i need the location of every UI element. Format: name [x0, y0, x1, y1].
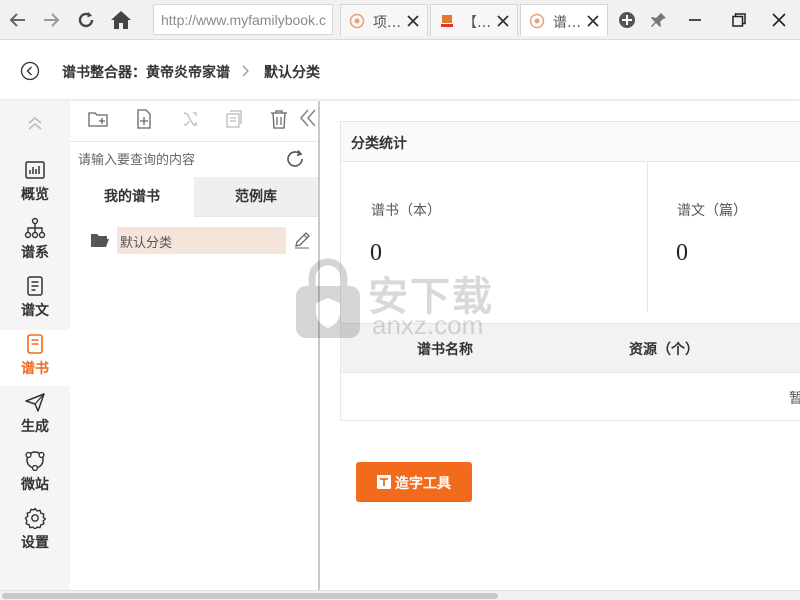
- column-header-name[interactable]: 谱书名称: [417, 339, 473, 359]
- back-button[interactable]: [4, 6, 32, 34]
- tree-node-label: 默认分类: [120, 236, 173, 251]
- reload-icon: [78, 12, 94, 28]
- chart-icon: [25, 161, 45, 179]
- tree-node-default: 默认分类: [90, 227, 320, 255]
- reload-button[interactable]: [72, 6, 100, 34]
- tree-search: [70, 141, 318, 177]
- arrow-left-icon: [9, 13, 25, 27]
- breadcrumb-category: 默认分类: [264, 65, 320, 81]
- nav-item-microsite[interactable]: 微站: [0, 446, 70, 502]
- folder-open-icon: [91, 234, 109, 247]
- font-tool-label: 造字工具: [395, 476, 451, 492]
- close-window-button[interactable]: [764, 6, 794, 34]
- close-icon: [772, 13, 786, 27]
- home-button[interactable]: [107, 6, 135, 34]
- tab-my-books[interactable]: 我的谱书: [70, 177, 194, 217]
- browser-chrome: http://www.myfamilybook.c 项… 【… 谱…: [0, 0, 800, 40]
- minimize-button[interactable]: [680, 6, 710, 34]
- stat-value: 0: [676, 240, 688, 266]
- trash-icon[interactable]: [267, 107, 291, 131]
- browser-tab-3[interactable]: 谱…: [520, 4, 608, 36]
- arrow-right-icon: [44, 13, 60, 27]
- pin-icon: [651, 13, 666, 27]
- document-icon: [27, 276, 43, 296]
- minimize-icon: [689, 19, 701, 21]
- forward-button[interactable]: [37, 6, 65, 34]
- flower-favicon-icon: [349, 13, 365, 29]
- new-file-icon[interactable]: [132, 107, 156, 131]
- restore-icon: [732, 13, 746, 27]
- nav-label: 谱书: [21, 361, 49, 377]
- tree-panel: 我的谱书 范例库 默认分类: [70, 101, 318, 590]
- double-chevron-up-icon[interactable]: [25, 113, 45, 133]
- copy-icon[interactable]: [222, 107, 246, 131]
- network-icon: [25, 451, 45, 471]
- restore-button[interactable]: [724, 6, 754, 34]
- tree-tabs: 我的谱书 范例库: [70, 177, 318, 217]
- url-text: http://www.myfamilybook.c: [161, 12, 326, 28]
- browser-tab-2[interactable]: 【…: [430, 4, 518, 36]
- nav-label: 设置: [21, 535, 49, 551]
- flower-favicon-icon: [529, 13, 545, 29]
- horizontal-scrollbar[interactable]: [0, 590, 800, 600]
- tree-node-label-box[interactable]: 默认分类: [117, 227, 286, 254]
- close-icon[interactable]: [585, 13, 601, 29]
- address-bar[interactable]: http://www.myfamilybook.c: [153, 4, 333, 35]
- home-icon: [111, 11, 131, 29]
- left-navigation: 概览 谱系 谱文 谱书 生成 微站 设置: [0, 101, 70, 590]
- search-input[interactable]: [78, 148, 278, 172]
- stats-header: 分类统计: [341, 122, 800, 162]
- stat-value: 0: [370, 240, 382, 266]
- main-content: 分类统计 谱书（本） 0 谱文（篇） 0 谱书名称 资源（个） 暂 造字工具: [320, 101, 800, 590]
- double-chevron-left-icon[interactable]: [298, 106, 318, 130]
- nav-item-generate[interactable]: 生成: [0, 388, 70, 444]
- nav-item-settings[interactable]: 设置: [0, 504, 70, 560]
- breadcrumb-book[interactable]: 谱书整合器：黄帝炎帝家谱: [62, 62, 230, 82]
- nav-item-lineage[interactable]: 谱系: [0, 214, 70, 270]
- stats-panel: 分类统计 谱书（本） 0 谱文（篇） 0 谱书名称 资源（个） 暂: [340, 121, 800, 421]
- close-icon[interactable]: [495, 13, 511, 29]
- stats-title: 分类统计: [351, 136, 407, 152]
- page-header: 谱书整合器：黄帝炎帝家谱 默认分类: [0, 41, 800, 100]
- tab-sample-library[interactable]: 范例库: [194, 177, 318, 217]
- nav-label: 生成: [21, 419, 49, 435]
- pencil-icon[interactable]: [293, 231, 311, 249]
- gear-icon: [24, 507, 46, 529]
- nav-label: 微站: [21, 477, 49, 493]
- font-tool-icon: [377, 475, 391, 489]
- stat-books: 谱书（本） 0: [341, 162, 647, 312]
- nav-item-books[interactable]: 谱书: [0, 330, 70, 386]
- tree-icon: [24, 217, 46, 239]
- tab-title: 谱…: [553, 15, 581, 31]
- browser-tab-1[interactable]: 项…: [340, 4, 428, 36]
- scrollbar-thumb[interactable]: [2, 593, 498, 599]
- stat-label: 谱文（篇）: [677, 203, 747, 219]
- nav-label: 谱文: [21, 303, 49, 319]
- column-header-resource[interactable]: 资源（个）: [629, 339, 699, 359]
- empty-table-text: 暂: [789, 391, 800, 407]
- close-icon[interactable]: [405, 13, 421, 29]
- chevron-right-icon: [242, 65, 249, 77]
- nav-item-overview[interactable]: 概览: [0, 156, 70, 212]
- table-header: 谱书名称 资源（个）: [341, 323, 800, 373]
- move-icon[interactable]: [178, 107, 202, 131]
- site-favicon-icon: [441, 15, 453, 27]
- tab-title: 项…: [373, 15, 401, 31]
- stat-articles: 谱文（篇） 0: [647, 162, 800, 312]
- new-folder-icon[interactable]: [86, 107, 110, 131]
- plus-circle-icon: [619, 12, 635, 28]
- font-tool-button[interactable]: 造字工具: [356, 462, 472, 502]
- nav-label: 谱系: [21, 245, 49, 261]
- new-tab-button[interactable]: [612, 6, 642, 34]
- book-icon: [27, 334, 43, 354]
- stat-label: 谱书（本）: [371, 203, 441, 219]
- nav-item-articles[interactable]: 谱文: [0, 272, 70, 328]
- back-circle-icon[interactable]: [20, 61, 40, 81]
- pin-button[interactable]: [644, 6, 674, 34]
- send-icon: [25, 393, 45, 412]
- nav-label: 概览: [21, 187, 49, 203]
- tab-title: 【…: [463, 15, 491, 31]
- refresh-icon[interactable]: [284, 148, 306, 170]
